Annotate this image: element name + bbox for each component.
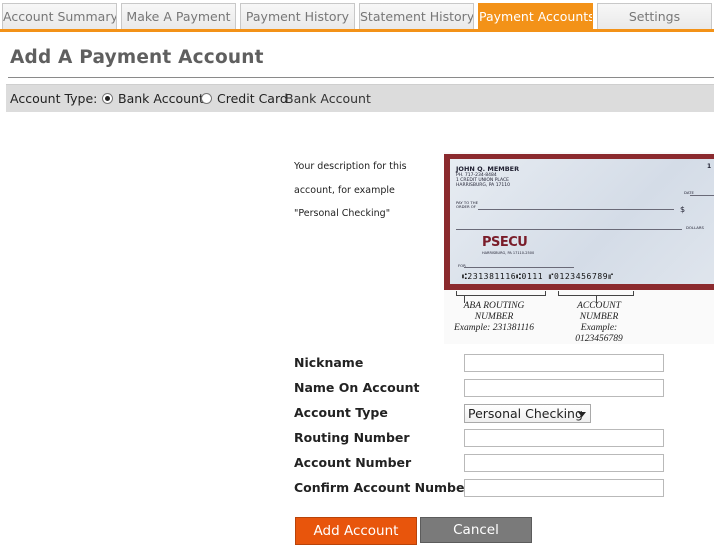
check-memo-line xyxy=(464,267,574,268)
account-type-label: Account Type: xyxy=(10,91,98,106)
add-account-button[interactable]: Add Account xyxy=(295,517,417,545)
account-number-label: Account Number xyxy=(294,455,412,470)
tab-bar: Account Summary Make A Payment Payment H… xyxy=(0,0,714,32)
credit-card-option-label[interactable]: Credit Card xyxy=(217,85,288,112)
account-caption-line: 0123456789 xyxy=(575,334,623,344)
check-pay-to: PAY TO THE ORDER OF xyxy=(456,201,478,209)
name-on-account-input[interactable] xyxy=(464,379,664,397)
tab-make-a-payment[interactable]: Make A Payment xyxy=(121,3,236,30)
account-caption-line: ACCOUNT xyxy=(577,301,621,311)
account-caption-line: Example: xyxy=(580,323,618,333)
tab-settings[interactable]: Settings xyxy=(597,3,712,30)
check-brand-logo: PSECU xyxy=(482,235,528,250)
tab-payment-accounts[interactable]: Payment Accounts xyxy=(478,3,593,30)
tab-underline xyxy=(0,29,714,32)
name-on-account-row: Name On Account xyxy=(294,378,674,400)
account-type-bar: Account Type: Bank Account Credit Card B… xyxy=(6,84,714,112)
routing-number-input[interactable] xyxy=(464,429,664,447)
confirm-account-number-label: Confirm Account Number xyxy=(294,480,471,495)
sample-check-image: JOHN Q. MEMBER PH. 717-234-8484 1 CREDIT… xyxy=(444,152,714,344)
bank-account-radio[interactable] xyxy=(102,93,113,104)
routing-bracket xyxy=(456,291,546,296)
routing-number-row: Routing Number xyxy=(294,428,674,450)
bank-account-option-label[interactable]: Bank Account xyxy=(118,85,204,112)
check-address-line: HARRISBURG, PA 17110 xyxy=(456,183,511,188)
account-type-selected-value: Personal Checking xyxy=(468,406,583,421)
account-number-caption: ACCOUNT NUMBER Example: 0123456789 xyxy=(556,301,642,345)
check-pay-to-line: ORDER OF xyxy=(456,204,476,209)
nickname-label: Nickname xyxy=(294,355,364,370)
routing-caption-line: NUMBER xyxy=(474,312,514,322)
nickname-row: Nickname xyxy=(294,353,674,375)
name-on-account-label: Name On Account xyxy=(294,380,420,395)
confirm-account-number-input[interactable] xyxy=(464,479,664,497)
routing-caption-line: ABA ROUTING xyxy=(463,301,525,311)
account-caption-line: NUMBER xyxy=(579,312,619,322)
check-number: 1 xyxy=(707,163,712,170)
account-type-row: Account Type Personal Checking xyxy=(294,403,674,425)
account-type-field-label: Account Type xyxy=(294,405,388,420)
routing-number-caption: ABA ROUTING NUMBER Example: 231381116 xyxy=(446,301,542,334)
account-type-select[interactable]: Personal Checking xyxy=(464,404,591,423)
nickname-description: Your description for this account, for e… xyxy=(294,161,407,219)
tab-payment-history[interactable]: Payment History xyxy=(240,3,355,30)
check-date-line xyxy=(690,195,714,196)
tab-account-summary[interactable]: Account Summary xyxy=(2,3,117,30)
dropdown-arrow-icon xyxy=(578,412,586,417)
title-divider xyxy=(8,77,714,78)
check-face: JOHN Q. MEMBER PH. 717-234-8484 1 CREDIT… xyxy=(450,159,714,284)
check-address: PH. 717-234-8484 1 CREDIT UNION PLACE HA… xyxy=(456,173,510,188)
routing-caption-line: Example: 231381116 xyxy=(453,323,535,333)
account-number-input[interactable] xyxy=(464,454,664,472)
page-title: Add A Payment Account xyxy=(10,47,264,68)
cancel-button[interactable]: Cancel xyxy=(420,517,532,543)
check-branch: HARRISBURG, PA 17110-2500 xyxy=(482,251,535,255)
selected-account-type-text: Bank Account xyxy=(285,91,371,106)
check-payee-line xyxy=(478,209,674,210)
credit-card-radio[interactable] xyxy=(201,93,212,104)
check-micr-line: ⑆231381116⑆0111 ⑈0123456789⑈ xyxy=(462,272,614,281)
check-member-name: JOHN Q. MEMBER xyxy=(456,165,520,173)
confirm-account-number-row: Confirm Account Number xyxy=(294,478,674,500)
check-dollar-sign: $ xyxy=(680,205,686,214)
check-border: JOHN Q. MEMBER PH. 717-234-8484 1 CREDIT… xyxy=(444,154,714,290)
nickname-input[interactable] xyxy=(464,354,664,372)
tab-statement-history[interactable]: Statement History xyxy=(359,3,474,30)
account-number-row: Account Number xyxy=(294,453,674,475)
check-amount-line xyxy=(456,229,682,230)
check-dollars-label: DOLLARS xyxy=(686,225,704,230)
routing-number-label: Routing Number xyxy=(294,430,410,445)
